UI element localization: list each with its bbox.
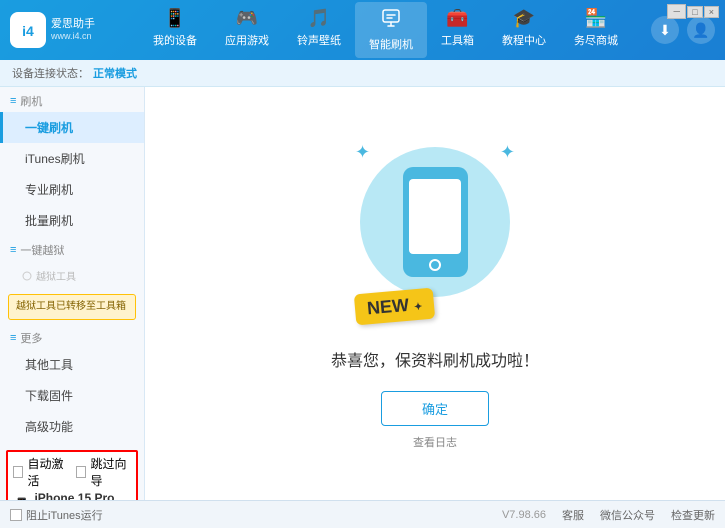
guide-export-label: 跳过向导 [90, 455, 131, 489]
iphone-icon: 📱 [13, 497, 30, 501]
nav-toolbox[interactable]: 🧰 工具箱 [427, 2, 488, 58]
device-icon: 📱 [164, 8, 186, 29]
logo-text: 爱思助手 www.i4.cn [51, 17, 95, 43]
sidebar-item-batch-flash[interactable]: 批量刷机 [0, 205, 144, 236]
download-icon: ⬇ [659, 22, 671, 39]
itunes-checkbox[interactable] [10, 509, 22, 521]
sidebar-item-itunes-flash[interactable]: iTunes刷机 [0, 143, 144, 174]
checkbox-row: 自动激活 跳过向导 [13, 455, 131, 489]
flash-icon [381, 8, 401, 33]
sidebar-item-other-tools[interactable]: 其他工具 [0, 349, 144, 380]
user-icon: 👤 [692, 22, 709, 39]
nav-apps-games[interactable]: 🎮 应用游戏 [211, 2, 283, 58]
sidebar-device-section: 自动激活 跳过向导 📱 iPhone 15 Pro Max 512GB iPho… [0, 450, 144, 500]
confirm-button[interactable]: 确定 [381, 391, 489, 426]
sidebar-section-flash: ≡ 刷机 [0, 87, 144, 112]
close-btn[interactable]: × [704, 6, 719, 18]
business-icon: 🏪 [585, 8, 607, 29]
sidebar-item-one-key-flash[interactable]: 一键刷机 [0, 112, 144, 143]
device-highlight-box: 自动激活 跳过向导 📱 iPhone 15 Pro Max 512GB iPho… [6, 450, 138, 500]
phone-circle-bg [360, 147, 510, 297]
minimize-btn[interactable]: － [667, 4, 686, 19]
nav-ringtones[interactable]: 🎵 铃声壁纸 [283, 2, 355, 58]
sidebar-item-advanced[interactable]: 高级功能 [0, 411, 144, 442]
device-name-row: 📱 iPhone 15 Pro Max [13, 491, 131, 500]
sidebar: ≡ 刷机 一键刷机 iTunes刷机 专业刷机 批量刷机 ≡ 一键越狱 [0, 87, 145, 500]
phone-illustration: ✦ ✦ NEW ✦ [345, 137, 525, 327]
logo-area: i4 爱思助手 www.i4.cn [10, 12, 120, 48]
auto-activate-checkbox[interactable] [13, 466, 23, 478]
customer-service-link[interactable]: 客服 [562, 507, 584, 523]
auto-activate-label: 自动激活 [27, 455, 68, 489]
check-update-link[interactable]: 检查更新 [671, 507, 715, 523]
device-name: iPhone 15 Pro Max [34, 491, 131, 500]
bottom-right: V7.98.66 客服 微信公众号 检查更新 [502, 507, 715, 523]
main-layout: ≡ 刷机 一键刷机 iTunes刷机 专业刷机 批量刷机 ≡ 一键越狱 [0, 87, 725, 500]
itunes-row: 阻止iTunes运行 [10, 507, 103, 523]
download-button[interactable]: ⬇ [651, 16, 679, 44]
sidebar-section-jailbreak: ≡ 一键越狱 [0, 236, 144, 261]
apps-icon: 🎮 [236, 8, 258, 29]
version-text: V7.98.66 [502, 509, 546, 521]
user-button[interactable]: 👤 [687, 16, 715, 44]
restore-btn[interactable]: □ [687, 6, 702, 18]
toolbox-icon: 🧰 [446, 8, 468, 29]
view-log-link[interactable]: 查看日志 [413, 434, 457, 450]
success-text: 恭喜您，保资料刷机成功啦！ [331, 347, 539, 371]
phone-screen [409, 179, 461, 254]
sidebar-item-jailbreak-disabled: 越狱工具 [0, 261, 144, 290]
app-logo-icon: i4 [10, 12, 46, 48]
wechat-link[interactable]: 微信公众号 [600, 507, 655, 523]
phone-home-button [429, 259, 441, 271]
breadcrumb: 设备连接状态： 正常模式 [0, 60, 725, 87]
svg-text:i4: i4 [22, 23, 34, 39]
jailbreak-notice: 越狱工具已转移至工具箱 [8, 294, 136, 320]
bottom-bar: 阻止iTunes运行 V7.98.66 客服 微信公众号 检查更新 [0, 500, 725, 528]
ringtone-icon: 🎵 [308, 8, 330, 29]
nav-tutorials[interactable]: 🎓 教程中心 [488, 2, 560, 58]
lock-icon [22, 271, 32, 281]
nav-smart-flash[interactable]: 智能刷机 [355, 2, 427, 58]
itunes-label: 阻止iTunes运行 [26, 507, 103, 523]
new-badge: NEW ✦ [354, 288, 436, 326]
header: i4 爱思助手 www.i4.cn 📱 我的设备 🎮 应用游戏 🎵 铃声壁纸 [0, 0, 725, 60]
nav-business[interactable]: 🏪 务尽商城 [560, 2, 632, 58]
nav-items: 📱 我的设备 🎮 应用游戏 🎵 铃声壁纸 智能刷机 [120, 2, 651, 58]
content-area: ✦ ✦ NEW ✦ 恭喜您，保资料刷机成功啦！ 确定 [145, 87, 725, 500]
sparkle-top-right: ✦ [500, 142, 515, 163]
sidebar-section-more: ≡ 更多 [0, 324, 144, 349]
window-controls: － □ × [667, 4, 719, 19]
sidebar-item-download-firmware[interactable]: 下载固件 [0, 380, 144, 411]
sparkle-top-left: ✦ [355, 142, 370, 163]
phone-shape [403, 167, 468, 277]
tutorial-icon: 🎓 [513, 8, 535, 29]
header-right: ⬇ 👤 [651, 16, 715, 44]
sidebar-item-pro-flash[interactable]: 专业刷机 [0, 174, 144, 205]
nav-my-device[interactable]: 📱 我的设备 [139, 2, 211, 58]
guide-export-checkbox[interactable] [76, 466, 86, 478]
